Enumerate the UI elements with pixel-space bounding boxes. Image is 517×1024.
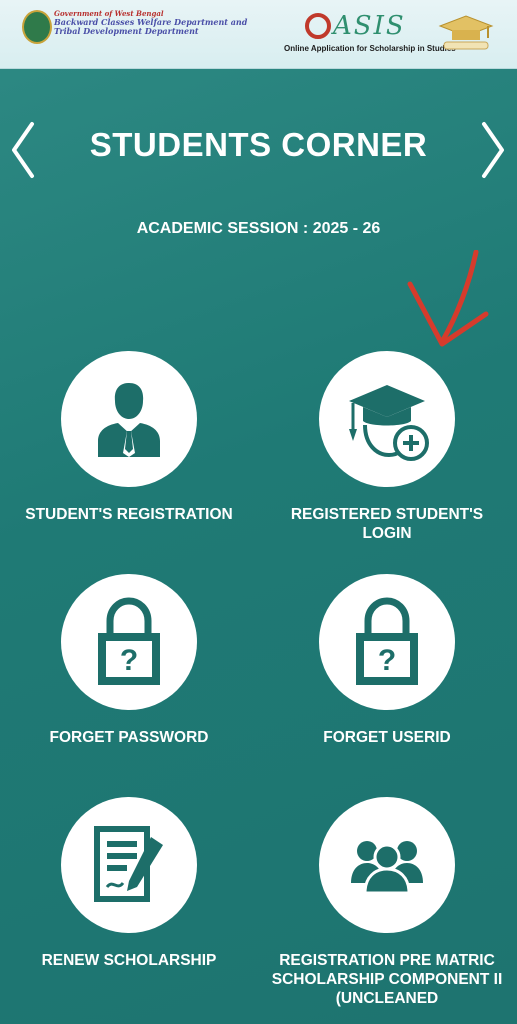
oasis-logo-o-icon <box>305 13 331 39</box>
oasis-logo-text: ASIS <box>333 11 406 41</box>
renew-scholarship-icon-circle[interactable] <box>61 797 197 933</box>
government-emblem-icon <box>22 10 52 44</box>
next-arrow-icon[interactable] <box>478 120 508 180</box>
oasis-subtitle: Online Application for Scholarship in St… <box>284 44 456 53</box>
gov-line-3: Tribal Development Department <box>54 26 199 36</box>
student-registration-label: STUDENT'S REGISTRATION <box>25 506 233 523</box>
user-suit-icon <box>98 383 160 457</box>
forget-password-tile[interactable]: ? FORGET PASSWORD <box>0 574 258 747</box>
forget-userid-tile[interactable]: ? FORGET USERID <box>258 574 516 747</box>
document-sign-icon <box>94 826 163 902</box>
svg-text:?: ? <box>378 644 396 677</box>
lock-question-icon: ? <box>356 597 418 685</box>
forget-password-icon-circle[interactable]: ? <box>61 574 197 710</box>
forget-userid-label: FORGET USERID <box>323 729 451 746</box>
pre-matric-registration-label: REGISTRATION PRE MATRIC SCHOLARSHIP COMP… <box>271 952 503 1007</box>
lock-question-icon: ? <box>98 597 160 685</box>
academic-session: ACADEMIC SESSION : 2025 - 26 <box>136 220 381 237</box>
student-registration-icon-circle[interactable] <box>61 351 197 487</box>
forget-userid-icon-circle[interactable]: ? <box>319 574 455 710</box>
pre-matric-registration-icon-circle[interactable] <box>319 797 455 933</box>
forget-password-label: FORGET PASSWORD <box>49 729 209 746</box>
page-title: STUDENTS CORNER <box>89 126 428 163</box>
registered-student-login-icon-circle[interactable] <box>319 351 455 487</box>
graduation-cap-scroll-icon <box>438 15 494 50</box>
renew-scholarship-label: RENEW SCHOLARSHIP <box>41 952 217 969</box>
oasis-logo[interactable]: ASIS <box>305 8 406 44</box>
registered-student-login-tile[interactable]: REGISTERED STUDENT'S LOGIN <box>258 351 516 543</box>
student-registration-tile[interactable]: STUDENT'S REGISTRATION <box>0 351 258 524</box>
government-title: Government of West Bengal Backward Class… <box>54 9 247 36</box>
red-annotation-arrow-icon <box>407 250 489 347</box>
site-header: Government of West Bengal Backward Class… <box>0 0 517 69</box>
group-icon <box>351 841 423 895</box>
svg-text:?: ? <box>120 644 138 677</box>
pre-matric-registration-tile[interactable]: REGISTRATION PRE MATRIC SCHOLARSHIP COMP… <box>258 797 516 1008</box>
graduate-plus-icon <box>349 385 429 461</box>
renew-scholarship-tile[interactable]: RENEW SCHOLARSHIP <box>0 797 258 970</box>
registered-student-login-label: REGISTERED STUDENT'S LOGIN <box>290 506 484 542</box>
